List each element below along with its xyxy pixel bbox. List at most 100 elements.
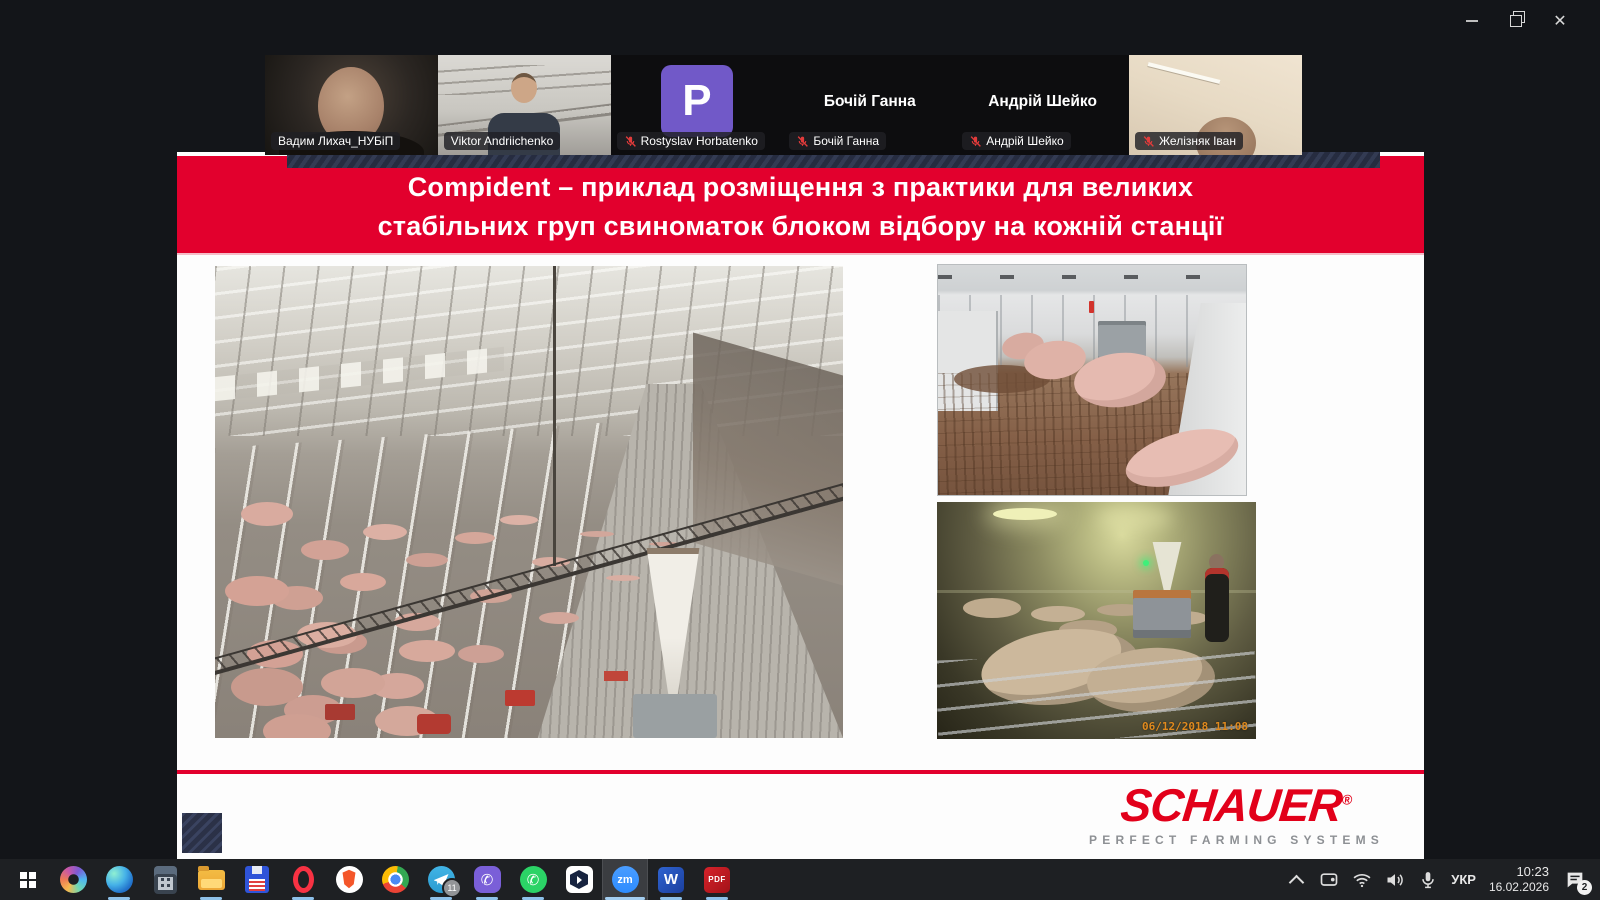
restore-button[interactable] bbox=[1494, 6, 1538, 36]
sows-pen-photo bbox=[937, 264, 1247, 496]
slide-template-square bbox=[182, 813, 222, 853]
barn-overview-photo bbox=[215, 266, 843, 738]
muted-mic-icon bbox=[796, 135, 809, 148]
start-button[interactable] bbox=[4, 859, 50, 900]
ceiling-fixtures-shape bbox=[938, 275, 1246, 279]
pdf-icon: PDF bbox=[704, 867, 730, 893]
tray-network-button[interactable] bbox=[1352, 868, 1372, 892]
participant-name: Вадим Лихач_НУБіП bbox=[278, 134, 393, 148]
whatsapp-icon: ✆ bbox=[520, 866, 547, 893]
chrome-button[interactable] bbox=[372, 859, 418, 900]
notification-center-button[interactable]: 2 bbox=[1562, 867, 1588, 893]
opera-button[interactable] bbox=[280, 859, 326, 900]
participant-name-chip: Rostyslav Horbatenko bbox=[617, 132, 765, 150]
calculator-icon bbox=[154, 866, 177, 894]
minimize-button[interactable] bbox=[1450, 6, 1494, 36]
participant-name-chip: Вадим Лихач_НУБіП bbox=[271, 132, 400, 150]
muted-mic-icon bbox=[624, 135, 637, 148]
close-button[interactable]: ✕ bbox=[1538, 6, 1582, 36]
participant-name-chip: Андрій Шейко bbox=[962, 132, 1070, 150]
slide-divider-line bbox=[177, 770, 1424, 774]
brave-button[interactable] bbox=[326, 859, 372, 900]
participant-tile[interactable]: Бочій Ганна Бочій Ганна bbox=[783, 55, 956, 155]
tray-clock[interactable]: 10:23 16.02.2026 bbox=[1489, 864, 1549, 895]
light-tube-shape bbox=[1148, 62, 1221, 84]
edge-button[interactable] bbox=[96, 859, 142, 900]
participant-name: Rostyslav Horbatenko bbox=[641, 134, 758, 148]
participant-strip: Вадим Лихач_НУБіП Viktor Andriichenko P … bbox=[265, 55, 1302, 155]
viber-button[interactable]: ✆ bbox=[464, 859, 510, 900]
night-barn-photo: 06/12/2018 11:08 bbox=[937, 502, 1256, 739]
ceiling-light-glow-shape bbox=[993, 508, 1057, 520]
windows-logo-icon bbox=[20, 872, 27, 879]
tray-connect-button[interactable] bbox=[1319, 868, 1339, 892]
schauer-logo: SCHAUER® PERFECT FARMING SYSTEMS bbox=[1089, 782, 1384, 847]
feeding-station-shape bbox=[1133, 590, 1191, 638]
participant-name-chip: Бочій Ганна bbox=[789, 132, 886, 150]
tray-overflow-button[interactable] bbox=[1286, 868, 1306, 892]
participant-display-name: Бочій Ганна bbox=[783, 93, 956, 111]
muted-mic-icon bbox=[1142, 135, 1155, 148]
minimize-icon bbox=[1466, 20, 1478, 22]
whatsapp-button[interactable]: ✆ bbox=[510, 859, 556, 900]
restore-icon bbox=[1510, 15, 1522, 27]
notification-badge: 2 bbox=[1577, 880, 1592, 895]
tray-microphone-button[interactable] bbox=[1418, 868, 1438, 892]
zoom-icon: zm bbox=[612, 866, 639, 893]
system-tray: УКР 10:23 16.02.2026 2 bbox=[1286, 859, 1600, 900]
participant-name: Viktor Andriichenko bbox=[451, 134, 554, 148]
speaker-icon bbox=[1385, 870, 1405, 890]
taskbar: 11 ✆ ✆ zm W PDF УКР 10:23 16.02.2026 2 bbox=[0, 859, 1600, 900]
slide-title-banner: Compident – приклад розміщення з практик… bbox=[177, 156, 1424, 253]
connect-device-icon bbox=[1319, 870, 1339, 890]
zoom-button[interactable]: zm bbox=[602, 859, 648, 900]
avatar: P bbox=[661, 65, 733, 137]
language-indicator[interactable]: УКР bbox=[1451, 872, 1476, 887]
brand-tagline: PERFECT FARMING SYSTEMS bbox=[1089, 833, 1384, 847]
microphone-icon bbox=[1418, 870, 1438, 890]
floppy-app-button[interactable] bbox=[234, 859, 280, 900]
desktop: { "window": { "close_glyph": "✕" }, "par… bbox=[0, 0, 1600, 900]
participant-name: Андрій Шейко bbox=[986, 134, 1063, 148]
participant-display-name: Андрій Шейко bbox=[956, 93, 1129, 111]
pdf-editor-button[interactable]: PDF bbox=[694, 859, 740, 900]
folder-icon bbox=[198, 870, 225, 890]
tray-volume-button[interactable] bbox=[1385, 868, 1405, 892]
word-button[interactable]: W bbox=[648, 859, 694, 900]
copilot-button[interactable] bbox=[50, 859, 96, 900]
pig-shapes bbox=[963, 598, 1021, 618]
right-pen-row-shape bbox=[693, 332, 843, 585]
chevron-up-icon bbox=[1288, 874, 1304, 890]
participant-name-chip: Viktor Andriichenko bbox=[444, 132, 561, 150]
unread-badge: 11 bbox=[442, 878, 462, 898]
taskbar-apps: 11 ✆ ✆ zm W PDF bbox=[0, 859, 740, 900]
participant-name: Желізняк Іван bbox=[1159, 134, 1236, 148]
hexagon-app-icon bbox=[566, 866, 593, 893]
calculator-button[interactable] bbox=[142, 859, 188, 900]
brave-icon bbox=[336, 866, 363, 893]
tray-date: 16.02.2026 bbox=[1489, 880, 1549, 895]
participant-tile[interactable]: Вадим Лихач_НУБіП bbox=[265, 55, 438, 155]
participant-tile[interactable]: P Rostyslav Horbatenko bbox=[611, 55, 784, 155]
copilot-icon bbox=[60, 866, 87, 893]
edge-icon bbox=[106, 866, 133, 893]
participant-tile[interactable]: Андрій Шейко Андрій Шейко bbox=[956, 55, 1129, 155]
participant-tile-active-speaker[interactable]: Viktor Andriichenko bbox=[438, 55, 611, 155]
green-indicator-light bbox=[1143, 560, 1149, 566]
slide-title-line1: Compident – приклад розміщення з практик… bbox=[177, 168, 1424, 207]
fire-extinguisher-shape bbox=[1089, 301, 1094, 313]
hexagon-app-button[interactable] bbox=[556, 859, 602, 900]
support-pole-shape bbox=[553, 266, 556, 566]
viber-icon: ✆ bbox=[474, 866, 501, 893]
muted-mic-icon bbox=[969, 135, 982, 148]
wifi-icon bbox=[1352, 870, 1372, 890]
telegram-button[interactable]: 11 bbox=[418, 859, 464, 900]
pig-shapes bbox=[241, 502, 293, 526]
registered-mark: ® bbox=[1341, 792, 1353, 808]
participant-tile[interactable]: Желізняк Іван bbox=[1129, 55, 1302, 155]
shared-screen-slide: Compident – приклад розміщення з практик… bbox=[177, 152, 1424, 859]
word-icon: W bbox=[658, 867, 684, 893]
feeder-box-shape bbox=[633, 694, 717, 738]
file-explorer-button[interactable] bbox=[188, 859, 234, 900]
slide-title-line2: стабільних груп свиноматок блоком відбор… bbox=[177, 207, 1424, 246]
